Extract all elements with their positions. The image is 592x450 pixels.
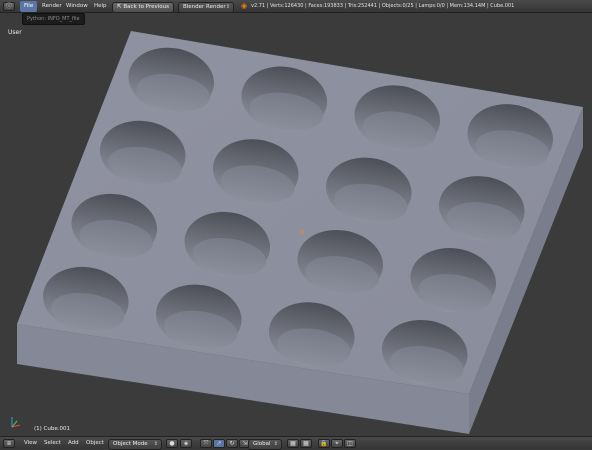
render-icon[interactable]: ◫: [344, 439, 356, 448]
rotate-icon[interactable]: ↻: [226, 439, 238, 448]
shading-icon[interactable]: ●: [166, 439, 178, 448]
view-label: User: [8, 29, 22, 36]
chevron-updown-icon: ⇕: [225, 4, 230, 10]
orientation-dropdown[interactable]: Global ⇕: [248, 439, 282, 450]
render-engine-dropdown[interactable]: Blender Render ⇕: [178, 2, 234, 13]
tooltip: Python: INFO_MT_file: [22, 13, 85, 25]
mesh-render: [17, 31, 583, 434]
render-engine-label: Blender Render: [183, 4, 226, 10]
menu-file[interactable]: File: [20, 1, 38, 12]
mode-label: Object Mode: [113, 441, 148, 447]
snap-icon[interactable]: ⌖: [331, 439, 343, 448]
chevron-updown-icon: ⇕: [153, 441, 158, 447]
active-object-label: (1) Cube.001: [34, 426, 70, 432]
scene-stats: v2.71 | Verts:126430 | Faces:193833 | Tr…: [251, 3, 515, 9]
menu-help[interactable]: Help: [90, 1, 111, 12]
blender-logo-icon: ◉: [241, 2, 248, 10]
menu-select[interactable]: Select: [40, 438, 65, 449]
chevron-updown-icon: ⇕: [273, 441, 278, 447]
menu-window[interactable]: Window: [62, 1, 92, 12]
menu-add[interactable]: Add: [64, 438, 83, 449]
translate-icon[interactable]: ↗: [213, 439, 225, 448]
lock-icon[interactable]: 🔒: [318, 439, 330, 448]
menu-object[interactable]: Object: [82, 438, 108, 449]
manipulator-icon[interactable]: ⤧: [200, 439, 212, 448]
menu-view[interactable]: View: [20, 438, 41, 449]
back-to-previous-button[interactable]: ⇱ Back to Previous: [112, 2, 174, 13]
pivot-icon[interactable]: ◈: [180, 439, 192, 448]
editor-type-icon[interactable]: ⧈: [3, 439, 15, 448]
info-icon[interactable]: ⓘ: [3, 2, 15, 11]
back-to-previous-label: Back to Previous: [123, 4, 169, 10]
3d-view-header: ⧈ View Select Add Object Object Mode ⇕ ●…: [0, 436, 592, 450]
mode-dropdown[interactable]: Object Mode ⇕: [108, 439, 162, 450]
layer-icon[interactable]: ▦: [287, 439, 299, 448]
orientation-label: Global: [253, 441, 271, 447]
info-header: ⓘ File Render Window Help ⇱ Back to Prev…: [0, 0, 592, 13]
layer-icon-2[interactable]: ▦: [300, 439, 312, 448]
3d-viewport[interactable]: User (1) Cube.001: [0, 13, 592, 436]
